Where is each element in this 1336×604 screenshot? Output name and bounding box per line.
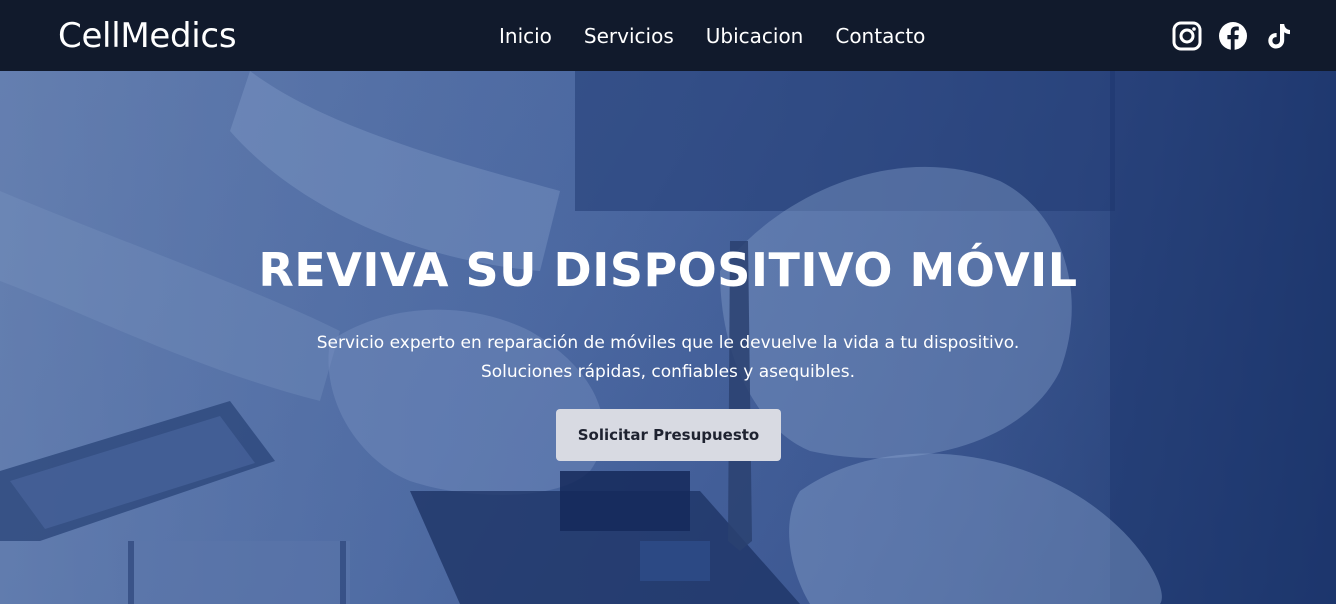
hero-title: REVIVA SU DISPOSITIVO MÓVIL (258, 243, 1078, 297)
social-links (1172, 0, 1294, 71)
navbar: CellMedics Inicio Servicios Ubicacion Co… (0, 0, 1336, 71)
brand-logo[interactable]: CellMedics (58, 16, 237, 56)
hero-subtitle-line-1: Servicio experto en reparación de móvile… (316, 333, 1020, 353)
nav-link-contacto[interactable]: Contacto (835, 24, 925, 48)
request-quote-button[interactable]: Solicitar Presupuesto (556, 409, 781, 461)
nav-link-inicio[interactable]: Inicio (499, 24, 552, 48)
tiktok-icon[interactable] (1264, 21, 1294, 51)
main-nav: Inicio Servicios Ubicacion Contacto (499, 0, 957, 71)
hero-content: REVIVA SU DISPOSITIVO MÓVIL Servicio exp… (0, 71, 1336, 604)
hero-section: REVIVA SU DISPOSITIVO MÓVIL Servicio exp… (0, 71, 1336, 604)
hero-subtitle-line-2: Soluciones rápidas, confiables y asequib… (480, 362, 856, 382)
instagram-icon[interactable] (1172, 21, 1202, 51)
nav-link-servicios[interactable]: Servicios (584, 24, 674, 48)
facebook-icon[interactable] (1218, 21, 1248, 51)
nav-link-ubicacion[interactable]: Ubicacion (706, 24, 804, 48)
hero-subtitle: Servicio experto en reparación de móvile… (0, 329, 1336, 387)
